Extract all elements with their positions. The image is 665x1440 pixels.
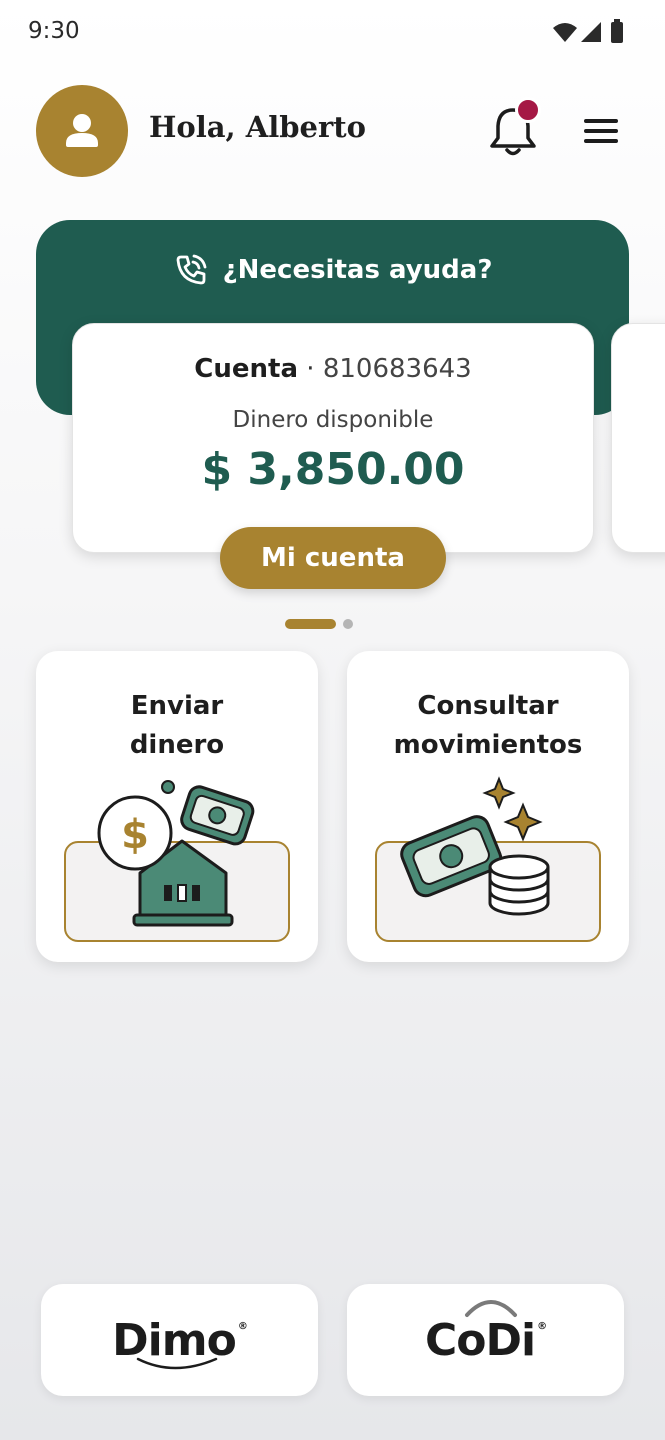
user-icon bbox=[66, 114, 98, 147]
next-account-card[interactable] bbox=[611, 323, 665, 553]
account-balance: $ 3,850.00 bbox=[201, 444, 465, 495]
pager-dot[interactable] bbox=[343, 619, 353, 629]
my-account-button[interactable]: Mi cuenta bbox=[220, 527, 446, 589]
svg-text:$: $ bbox=[121, 812, 149, 858]
avatar[interactable] bbox=[36, 85, 128, 177]
menu-icon[interactable] bbox=[580, 113, 622, 149]
battery-icon bbox=[611, 22, 623, 43]
dimo-logo: Dimo ® bbox=[112, 1315, 248, 1369]
account-number: 810683643 bbox=[322, 354, 472, 384]
account-label: Cuenta bbox=[194, 354, 299, 384]
codi-logo: CoDi ® bbox=[424, 1299, 547, 1366]
phone-icon bbox=[176, 254, 206, 285]
dimo-button[interactable]: Dimo ® bbox=[41, 1284, 318, 1396]
status-time: 9:30 bbox=[28, 18, 80, 44]
help-button[interactable]: ¿Necesitas ayuda? bbox=[36, 248, 629, 292]
pager-dot-active[interactable] bbox=[285, 619, 336, 629]
codi-logo-text: CoDi bbox=[424, 1314, 536, 1366]
wifi-icon bbox=[553, 23, 577, 42]
greeting: Hola, Alberto bbox=[149, 110, 367, 144]
signal-icon bbox=[581, 22, 601, 42]
send-money-card[interactable]: Enviar dinero $ bbox=[36, 651, 318, 962]
codi-button[interactable]: CoDi ® bbox=[347, 1284, 624, 1396]
movements-card[interactable]: Consultar movimientos bbox=[347, 651, 629, 962]
account-line: Cuenta · 810683643 bbox=[72, 354, 594, 384]
status-icons bbox=[553, 19, 623, 43]
registered-mark: ® bbox=[237, 1320, 248, 1332]
help-label: ¿Necesitas ayuda? bbox=[222, 255, 493, 285]
money-coins-illustration bbox=[400, 776, 550, 916]
notification-badge bbox=[515, 97, 541, 123]
codi-signal-arc bbox=[464, 1299, 517, 1317]
account-separator: · bbox=[306, 354, 315, 384]
registered-mark: ® bbox=[537, 1320, 547, 1332]
dimo-swoosh bbox=[136, 1357, 218, 1369]
available-label: Dinero disponible bbox=[232, 407, 434, 433]
bank-money-illustration: $ bbox=[97, 780, 255, 927]
